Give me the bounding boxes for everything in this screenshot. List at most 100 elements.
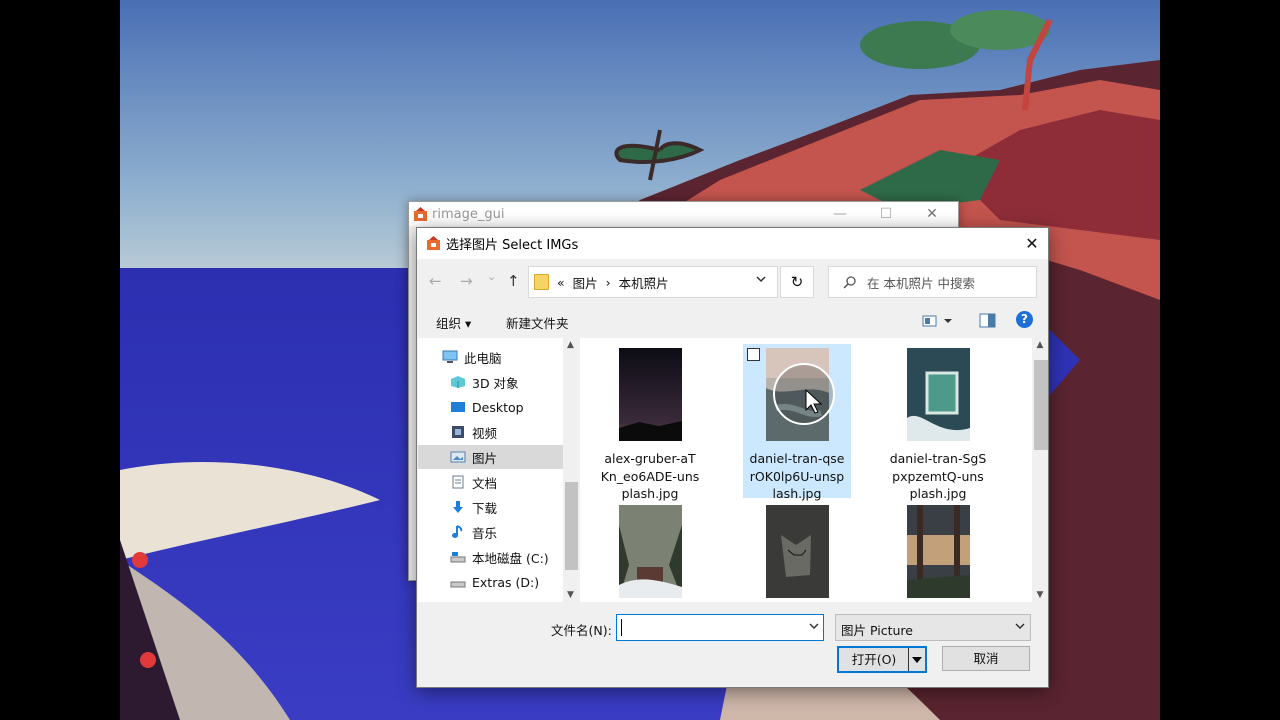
file-thumbnail [765, 505, 829, 598]
sidebar-item-videos[interactable]: 视频 [450, 420, 578, 444]
navigation-bar: ← → ⌄ ↑ « 图片 › 本机照片 ↻ 在 本机照片 中搜索 [417, 266, 1048, 298]
sidebar-item-drive-c[interactable]: 本地磁盘 (C:) [450, 545, 578, 569]
dialog-footer: 文件名(N): 图片 Picture 打开(O) 取消 [417, 602, 1048, 687]
file-item[interactable] [743, 501, 851, 602]
chevron-down-icon[interactable] [755, 273, 767, 285]
scroll-down-icon[interactable]: ▼ [563, 590, 578, 600]
sidebar-item-downloads[interactable]: 下载 [450, 495, 578, 519]
drive-icon [450, 581, 466, 588]
file-name-line: plash.jpg [621, 486, 679, 501]
file-thumbnail [618, 348, 682, 441]
file-name-line: pxpzemtQ-uns [892, 468, 984, 484]
sidebar-item-label: 图片 [472, 450, 498, 466]
filename-input[interactable] [616, 614, 824, 641]
sidebar-item-label: 3D 对象 [472, 375, 519, 391]
file-name-line: daniel-tran-qse [749, 451, 845, 466]
organize-menu[interactable]: 组织 ▾ [436, 313, 471, 332]
text-caret [621, 619, 622, 636]
open-button[interactable]: 打开(O) [837, 646, 927, 673]
sidebar-item-pictures[interactable]: 图片 [418, 445, 563, 469]
breadcrumb-pictures[interactable]: 图片 [573, 273, 598, 292]
file-item[interactable]: daniel-tran-SgS pxpzemtQ-uns plash.jpg [884, 344, 992, 501]
app-icon [414, 206, 427, 221]
recent-locations-button[interactable]: ⌄ [487, 270, 496, 283]
forward-button[interactable]: → [460, 272, 473, 290]
sidebar-item-this-pc[interactable]: 此电脑 [442, 345, 578, 369]
sidebar-item-drive-d[interactable]: Extras (D:) [450, 570, 578, 594]
dialog-close-button[interactable]: ✕ [1016, 228, 1048, 259]
documents-icon [452, 475, 464, 489]
chevron-down-icon [1015, 623, 1025, 630]
file-type-value: 图片 Picture [841, 623, 913, 638]
scroll-down-icon[interactable]: ▼ [1032, 590, 1048, 600]
sidebar-item-label: 音乐 [472, 525, 498, 541]
file-name-line: rOK0lp6U-unsp [749, 468, 845, 484]
file-open-dialog[interactable]: 选择图片 Select IMGs ✕ ← → ⌄ ↑ « 图片 › 本机照片 ↻… [416, 227, 1049, 688]
scroll-thumb[interactable] [1034, 360, 1048, 450]
file-name-line: plash.jpg [909, 486, 967, 501]
file-thumbnail [906, 505, 970, 598]
pictures-icon [450, 451, 466, 463]
file-item[interactable] [884, 501, 992, 602]
maximize-button[interactable]: ☐ [863, 202, 909, 226]
sidebar-scrollbar[interactable]: ▲ ▼ [563, 338, 578, 602]
sidebar-item-3d-objects[interactable]: 3D 对象 [450, 370, 578, 394]
close-button[interactable]: ✕ [909, 202, 955, 226]
filename-label: 文件名(N): [551, 623, 612, 638]
open-dropdown-icon[interactable] [908, 648, 925, 671]
cube-icon [451, 376, 465, 388]
cursor-highlight-icon [773, 363, 835, 425]
sidebar-item-label: 下载 [472, 500, 498, 516]
pc-icon [442, 350, 458, 363]
file-name-line: lash.jpg [772, 486, 822, 501]
download-icon [453, 501, 463, 513]
back-button[interactable]: ← [429, 272, 442, 290]
search-placeholder: 在 本机照片 中搜索 [867, 275, 975, 291]
file-item-selected[interactable]: daniel-tran-qse rOK0lp6U-unsp lash.jpg [743, 344, 851, 501]
search-icon [843, 276, 856, 289]
item-checkbox[interactable] [747, 348, 760, 361]
file-name-line: alex-gruber-aT [604, 451, 696, 466]
files-scrollbar[interactable]: ▲ ▼ [1032, 338, 1048, 602]
refresh-button[interactable]: ↻ [780, 266, 814, 298]
sidebar-item-desktop[interactable]: Desktop [450, 395, 578, 419]
sidebar-item-label: 此电脑 [464, 350, 502, 366]
app-icon [427, 236, 440, 250]
minimize-button[interactable]: — [817, 202, 863, 226]
file-name-line: daniel-tran-SgS [889, 451, 987, 466]
file-item[interactable] [596, 501, 704, 602]
sidebar-item-label: 文档 [472, 475, 498, 491]
music-icon [452, 525, 463, 538]
address-bar[interactable]: « 图片 › 本机照片 [528, 266, 778, 298]
navigation-pane: 此电脑 3D 对象 Desktop 视频 图片 文档 下载 音乐 本地磁盘 (C… [418, 338, 578, 602]
file-item[interactable]: alex-gruber-aT Kn_eo6ADE-uns plash.jpg [596, 344, 704, 501]
folder-icon [534, 274, 549, 290]
preview-pane-icon[interactable] [979, 313, 996, 328]
open-button-label: 打开(O) [851, 652, 897, 667]
view-options-icon[interactable] [922, 313, 952, 329]
sidebar-item-label: Extras (D:) [472, 574, 540, 590]
breadcrumb-separator: › [605, 274, 611, 290]
chevron-down-icon[interactable] [809, 620, 819, 632]
dialog-titlebar: 选择图片 Select IMGs ✕ [417, 228, 1048, 259]
toolbar: 组织 ▾ 新建文件夹 ? [417, 310, 1048, 332]
up-button[interactable]: ↑ [507, 272, 520, 290]
breadcrumb-local-photos[interactable]: 本机照片 [619, 273, 669, 292]
cancel-button[interactable]: 取消 [942, 646, 1030, 671]
sidebar-item-label: Desktop [472, 399, 524, 415]
sidebar-item-label: 本地磁盘 (C:) [472, 550, 549, 566]
scroll-up-icon[interactable]: ▲ [563, 340, 578, 350]
desktop-icon [451, 402, 465, 412]
sidebar-item-music[interactable]: 音乐 [450, 520, 578, 544]
help-icon[interactable]: ? [1016, 311, 1033, 328]
file-type-select[interactable]: 图片 Picture [835, 614, 1031, 641]
address-overflow[interactable]: « [557, 275, 565, 290]
sidebar-item-documents[interactable]: 文档 [450, 470, 578, 494]
scroll-thumb[interactable] [565, 482, 578, 570]
scroll-up-icon[interactable]: ▲ [1032, 340, 1048, 350]
file-name-line: Kn_eo6ADE-uns [600, 468, 700, 484]
new-folder-button[interactable]: 新建文件夹 [506, 313, 569, 332]
window-title: rimage_gui [432, 206, 505, 222]
file-thumbnail [618, 505, 682, 598]
search-input[interactable]: 在 本机照片 中搜索 [828, 266, 1037, 298]
